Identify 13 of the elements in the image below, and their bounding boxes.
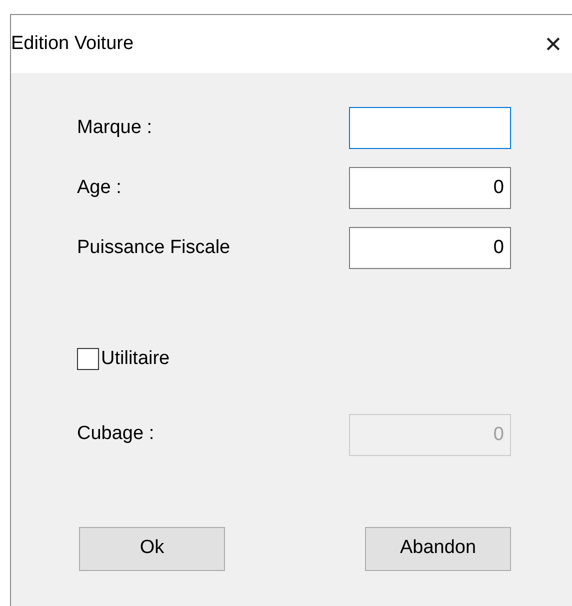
checkbox-label: Utilitaire	[101, 347, 170, 371]
input-field[interactable]	[349, 107, 511, 149]
field-label: Age :	[77, 176, 122, 200]
input-field[interactable]: 0	[349, 167, 511, 209]
window-title: Edition Voiture	[11, 32, 134, 56]
field-label: Marque :	[77, 116, 152, 140]
field-label: Puissance Fiscale	[77, 236, 230, 260]
field-label: Cubage :	[77, 422, 154, 446]
ok-button[interactable]: Ok	[79, 526, 225, 570]
checkbox[interactable]	[77, 348, 99, 370]
close-button[interactable]: ✕	[536, 28, 570, 60]
cancel-button[interactable]: Abandon	[365, 526, 511, 570]
input-field[interactable]: 0	[349, 227, 511, 269]
